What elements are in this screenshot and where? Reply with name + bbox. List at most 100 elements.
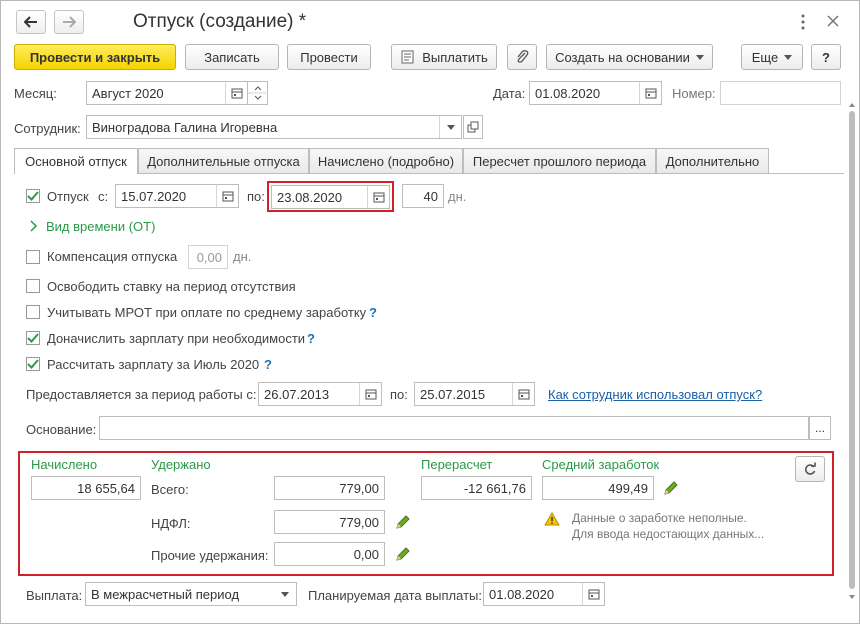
basis-select-button[interactable]: ... — [809, 416, 831, 440]
recalc-label: Перерасчет — [421, 457, 493, 472]
work-period-to-field[interactable]: 25.07.2015 — [414, 382, 535, 406]
tab-past-period-recalc[interactable]: Пересчет прошлого периода — [463, 148, 656, 173]
refresh-icon — [804, 462, 816, 475]
vacation-label: Отпуск — [47, 189, 89, 204]
close-icon[interactable] — [826, 14, 840, 28]
accrued-value[interactable]: 18 655,64 — [31, 476, 141, 500]
pay-button-label: Выплатить — [422, 49, 488, 65]
additional-accrual-checkbox[interactable] — [26, 331, 40, 345]
post-and-close-button[interactable]: Провести и закрыть — [14, 44, 176, 70]
planned-date-label: Планируемая дата выплаты: — [308, 588, 482, 603]
refresh-button[interactable] — [795, 456, 825, 482]
additional-accrual-help-icon[interactable]: ? — [307, 331, 315, 346]
back-button[interactable] — [16, 10, 46, 34]
tab-main-vacation[interactable]: Основной отпуск — [14, 148, 138, 174]
free-rate-label: Освободить ставку на период отсутствия — [47, 279, 296, 294]
number-label: Номер: — [672, 86, 716, 101]
payment-select[interactable]: В межрасчетный период — [85, 582, 297, 606]
vacation-checkbox[interactable] — [26, 189, 40, 203]
month-value: Август 2020 — [92, 85, 164, 101]
attach-button[interactable] — [507, 44, 537, 70]
month-label: Месяц: — [14, 86, 57, 101]
compensation-days-field[interactable]: 0,00 — [188, 245, 228, 269]
work-period-label: Предоставляется за период работы с: — [26, 387, 257, 402]
checkmark-icon — [27, 359, 39, 369]
calendar-icon[interactable] — [216, 185, 238, 207]
work-period-from-field[interactable]: 26.07.2013 — [258, 382, 382, 406]
avg-earnings-value[interactable]: 499,49 — [542, 476, 654, 500]
vacation-days-unit: дн. — [448, 189, 467, 204]
dropdown-arrow-icon[interactable] — [274, 583, 296, 605]
vacation-from-label: с: — [98, 189, 109, 204]
tab-additional-vacations[interactable]: Дополнительные отпуска — [138, 148, 309, 173]
vertical-scrollbar[interactable] — [847, 101, 857, 601]
calendar-icon[interactable] — [512, 383, 534, 405]
recalc-value[interactable]: -12 661,76 — [421, 476, 532, 500]
warning-text-line1: Данные о заработке неполные. — [572, 511, 747, 525]
work-period-to-value: 25.07.2015 — [420, 386, 486, 402]
ndfl-value[interactable]: 779,00 — [274, 510, 385, 534]
calendar-icon[interactable] — [225, 82, 247, 104]
calc-salary-checkbox[interactable] — [26, 357, 40, 371]
dropdown-arrow-icon[interactable] — [439, 116, 461, 138]
document-window: Отпуск (создание) * Провести и закрыть З… — [0, 0, 860, 624]
other-withholdings-value[interactable]: 0,00 — [274, 542, 385, 566]
work-period-to-label: по: — [390, 387, 408, 402]
month-field[interactable]: Август 2020 — [86, 81, 248, 105]
post-button[interactable]: Провести — [287, 44, 371, 70]
help-button[interactable]: ? — [811, 44, 841, 70]
open-employee-button[interactable] — [463, 115, 483, 139]
warning-text-line2[interactable]: Для ввода недостающих данных... — [572, 527, 764, 541]
save-button[interactable]: Записать — [185, 44, 279, 70]
calendar-icon[interactable] — [359, 383, 381, 405]
edit-ndfl-pencil-icon[interactable] — [395, 514, 411, 530]
free-rate-checkbox[interactable] — [26, 279, 40, 293]
more-button[interactable]: Еще — [741, 44, 803, 70]
vacation-days-field[interactable]: 40 — [402, 184, 444, 208]
tab-accrued-detailed[interactable]: Начислено (подробно) — [309, 148, 463, 173]
accrued-label: Начислено — [31, 457, 98, 472]
compensation-days-unit: дн. — [233, 249, 252, 264]
chevron-right-icon[interactable] — [29, 220, 39, 232]
calendar-icon[interactable] — [639, 82, 661, 104]
avg-earnings-label: Средний заработок — [542, 457, 660, 472]
number-field[interactable] — [720, 81, 841, 105]
work-period-from-value: 26.07.2013 — [264, 386, 330, 402]
checkmark-icon — [27, 191, 39, 201]
planned-date-value: 01.08.2020 — [489, 586, 555, 602]
withheld-label: Удержано — [151, 457, 211, 472]
time-type-link[interactable]: Вид времени (ОТ) — [46, 219, 155, 234]
warning-icon — [544, 512, 560, 526]
withheld-total-value[interactable]: 779,00 — [274, 476, 385, 500]
vacation-from-value: 15.07.2020 — [121, 188, 187, 204]
payment-label: Выплата: — [26, 588, 83, 603]
vacation-usage-link[interactable]: Как сотрудник использовал отпуск? — [548, 387, 762, 402]
mrot-checkbox[interactable] — [26, 305, 40, 319]
forward-button[interactable] — [54, 10, 84, 34]
compensation-checkbox[interactable] — [26, 250, 40, 264]
edit-other-pencil-icon[interactable] — [395, 546, 411, 562]
edit-avg-pencil-icon[interactable] — [663, 480, 679, 496]
payment-value: В межрасчетный период — [91, 586, 240, 602]
employee-value: Виноградова Галина Игоревна — [92, 119, 278, 135]
date-value: 01.08.2020 — [535, 85, 601, 101]
tab-divider — [14, 173, 844, 174]
vertical-dots-icon[interactable] — [798, 13, 808, 31]
additional-accrual-label: Доначислить зарплату при необходимости — [47, 331, 306, 346]
calc-salary-help-icon[interactable]: ? — [264, 357, 272, 372]
create-based-on-button[interactable]: Создать на основании — [546, 44, 713, 70]
employee-field[interactable]: Виноградова Галина Игоревна — [86, 115, 462, 139]
month-stepper[interactable] — [248, 81, 268, 105]
basis-field[interactable] — [99, 416, 809, 440]
pay-button[interactable]: Выплатить — [391, 44, 497, 70]
mrot-help-icon[interactable]: ? — [369, 305, 377, 320]
tab-additional[interactable]: Дополнительно — [656, 148, 769, 173]
planned-date-field[interactable]: 01.08.2020 — [483, 582, 605, 606]
calendar-icon[interactable] — [582, 583, 604, 605]
stepper-arrows-icon — [248, 86, 268, 100]
compensation-label: Компенсация отпуска — [47, 249, 178, 264]
date-field[interactable]: 01.08.2020 — [529, 81, 662, 105]
ndfl-label: НДФЛ: — [151, 516, 191, 531]
vacation-from-field[interactable]: 15.07.2020 — [115, 184, 239, 208]
arrow-right-icon — [63, 16, 76, 28]
